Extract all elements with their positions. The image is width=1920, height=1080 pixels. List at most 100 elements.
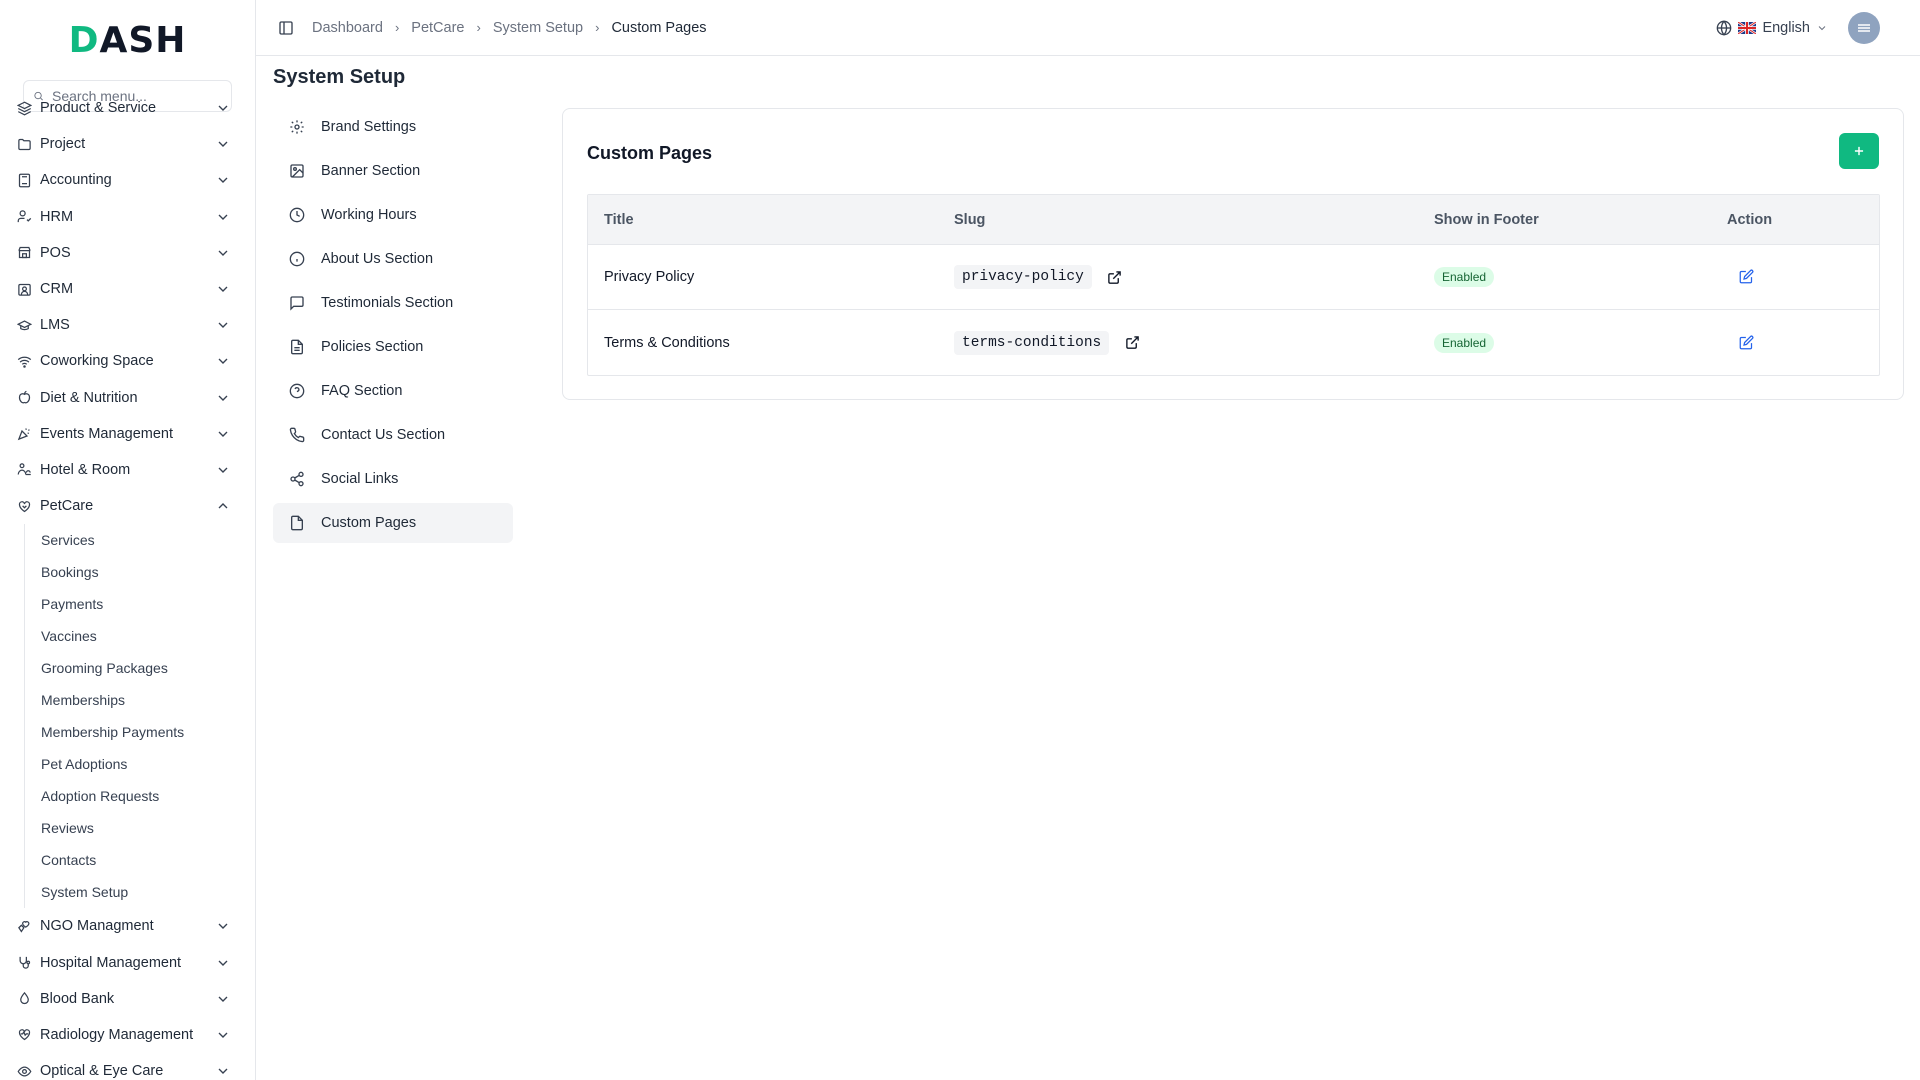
column-header-title[interactable]: Title: [588, 212, 938, 228]
sidebar-item-blood-bank[interactable]: Blood Bank: [0, 981, 255, 1017]
setup-nav-working-hours[interactable]: Working Hours: [273, 195, 513, 235]
setup-nav-faq-section[interactable]: FAQ Section: [273, 371, 513, 411]
sidebar-item-project[interactable]: Project: [0, 126, 255, 162]
sidebar-item-pos[interactable]: POS: [0, 235, 255, 271]
edit-icon[interactable]: [1735, 266, 1757, 288]
sidebar-subitem-services[interactable]: Services: [25, 524, 255, 556]
setup-nav-custom-pages[interactable]: Custom Pages: [273, 503, 513, 543]
sidebar-subitem-system-setup[interactable]: System Setup: [25, 876, 255, 908]
breadcrumb-system-setup[interactable]: System Setup: [493, 20, 583, 36]
system-setup-nav: Brand Settings Banner Section Working Ho…: [273, 107, 513, 547]
edit-icon[interactable]: [1735, 331, 1757, 353]
breadcrumb: Dashboard › PetCare › System Setup › Cus…: [312, 20, 707, 36]
sidebar-item-hrm[interactable]: HRM: [0, 199, 255, 235]
chevron-down-icon: [218, 431, 228, 437]
sidebar-item-radiology-management[interactable]: Radiology Management: [0, 1017, 255, 1053]
custom-pages-card: Custom Pages Title Slug Show in Footer A…: [562, 108, 1904, 400]
message-square-icon: [289, 295, 305, 311]
plus-icon: [1854, 146, 1864, 156]
chevron-up-icon: [218, 503, 228, 509]
sidebar-subitem-memberships[interactable]: Memberships: [25, 684, 255, 716]
chevron-down-icon: [218, 105, 228, 112]
topbar-right: English: [1716, 11, 1880, 44]
language-selector[interactable]: English: [1716, 20, 1828, 36]
chevron-down-icon: [1818, 25, 1826, 30]
setup-nav-policies-section[interactable]: Policies Section: [273, 327, 513, 367]
cell-title: Privacy Policy: [604, 269, 695, 285]
sidebar-subitem-grooming-packages[interactable]: Grooming Packages: [25, 652, 255, 684]
avatar[interactable]: [1848, 11, 1880, 44]
eye-icon: [16, 1063, 32, 1079]
setup-nav-contact-us-section[interactable]: Contact Us Section: [273, 415, 513, 455]
setup-nav-label: Social Links: [321, 471, 399, 487]
logo-text: DASH: [68, 19, 187, 61]
wifi-icon: [16, 353, 32, 369]
cell-action: [1711, 331, 1879, 354]
sidebar-item-label: POS: [40, 244, 71, 261]
add-page-button[interactable]: [1839, 133, 1879, 169]
custom-pages-table: Title Slug Show in Footer Action Privacy…: [587, 194, 1880, 376]
chevron-down-icon: [218, 141, 228, 148]
sidebar-subitem-vaccines[interactable]: Vaccines: [25, 620, 255, 652]
setup-nav-banner-section[interactable]: Banner Section: [273, 151, 513, 191]
image-icon: [289, 163, 305, 179]
external-link-icon[interactable]: [1121, 332, 1143, 354]
sidebar-subitem-bookings[interactable]: Bookings: [25, 556, 255, 588]
sidebar: DASH Product & Service Project Accountin…: [0, 0, 256, 1080]
user-avatar-icon: [1858, 23, 1870, 32]
sidebar-item-optical-eye-care[interactable]: Optical & Eye Care: [0, 1053, 255, 1080]
sidebar-subitem-adoption-requests[interactable]: Adoption Requests: [25, 780, 255, 812]
logo[interactable]: DASH: [0, 0, 255, 80]
sidebar-item-ngo-managment[interactable]: NGO Managment: [0, 908, 255, 944]
breadcrumb-separator: ›: [476, 20, 481, 35]
sidebar-item-label: Radiology Management: [40, 1026, 194, 1043]
sidebar-item-hotel-room[interactable]: Hotel & Room: [0, 452, 255, 488]
table-header: Title Slug Show in Footer Action: [588, 195, 1879, 245]
panel-left-icon: [279, 20, 293, 35]
sidebar-subitem-membership-payments[interactable]: Membership Payments: [25, 716, 255, 748]
sidebar-item-lms[interactable]: LMS: [0, 307, 255, 343]
sidebar-item-crm[interactable]: CRM: [0, 271, 255, 307]
sidebar-item-events-management[interactable]: Events Management: [0, 416, 255, 452]
setup-nav-label: Banner Section: [321, 163, 421, 179]
setup-nav-brand-settings[interactable]: Brand Settings: [273, 107, 513, 147]
chevron-down-icon: [218, 960, 228, 966]
sidebar-item-coworking-space[interactable]: Coworking Space: [0, 343, 255, 379]
breadcrumb-separator: ›: [595, 20, 600, 35]
breadcrumb-petcare[interactable]: PetCare: [411, 20, 464, 36]
sidebar-subitem-contacts[interactable]: Contacts: [25, 844, 255, 876]
clock-icon: [289, 207, 305, 223]
sidebar-item-product-service[interactable]: Product & Service: [0, 100, 255, 126]
sidebar-subitem-reviews[interactable]: Reviews: [25, 812, 255, 844]
sidebar-item-diet-nutrition[interactable]: Diet & Nutrition: [0, 380, 255, 416]
column-header-show-in-footer[interactable]: Show in Footer: [1418, 212, 1711, 228]
cell-action: [1711, 266, 1879, 289]
sidebar-item-petcare[interactable]: PetCare: [0, 488, 255, 524]
sidebar-item-hospital-management[interactable]: Hospital Management: [0, 944, 255, 980]
setup-nav-about-us-section[interactable]: About Us Section: [273, 239, 513, 279]
external-link-icon[interactable]: [1104, 266, 1126, 288]
party-icon: [16, 426, 32, 442]
chevron-down-icon: [218, 395, 228, 401]
sidebar-toggle-button[interactable]: [272, 14, 300, 42]
sidebar-item-label: Coworking Space: [40, 353, 154, 370]
users-icon: [16, 209, 32, 225]
cell-title: Terms & Conditions: [604, 334, 730, 351]
setup-nav-social-links[interactable]: Social Links: [273, 459, 513, 499]
sidebar-subitem-pet-adoptions[interactable]: Pet Adoptions: [25, 748, 255, 780]
slug-code: privacy-policy: [954, 265, 1092, 289]
sidebar-subitem-payments[interactable]: Payments: [25, 588, 255, 620]
column-header-slug[interactable]: Slug: [938, 212, 1418, 228]
droplet-icon: [16, 991, 32, 1007]
help-circle-icon: [289, 383, 305, 399]
setup-nav-testimonials-section[interactable]: Testimonials Section: [273, 283, 513, 323]
slug-code: terms-conditions: [954, 330, 1110, 355]
chevron-down-icon: [218, 250, 228, 256]
table-row: Privacy Policy privacy-policy Enabled: [588, 245, 1879, 310]
breadcrumb-separator: ›: [394, 20, 400, 35]
setup-nav-label: Policies Section: [321, 339, 424, 355]
chevron-down-icon: [218, 286, 228, 292]
sidebar-item-accounting[interactable]: Accounting: [0, 162, 255, 198]
file-icon: [289, 515, 305, 531]
breadcrumb-dashboard[interactable]: Dashboard: [312, 20, 383, 36]
